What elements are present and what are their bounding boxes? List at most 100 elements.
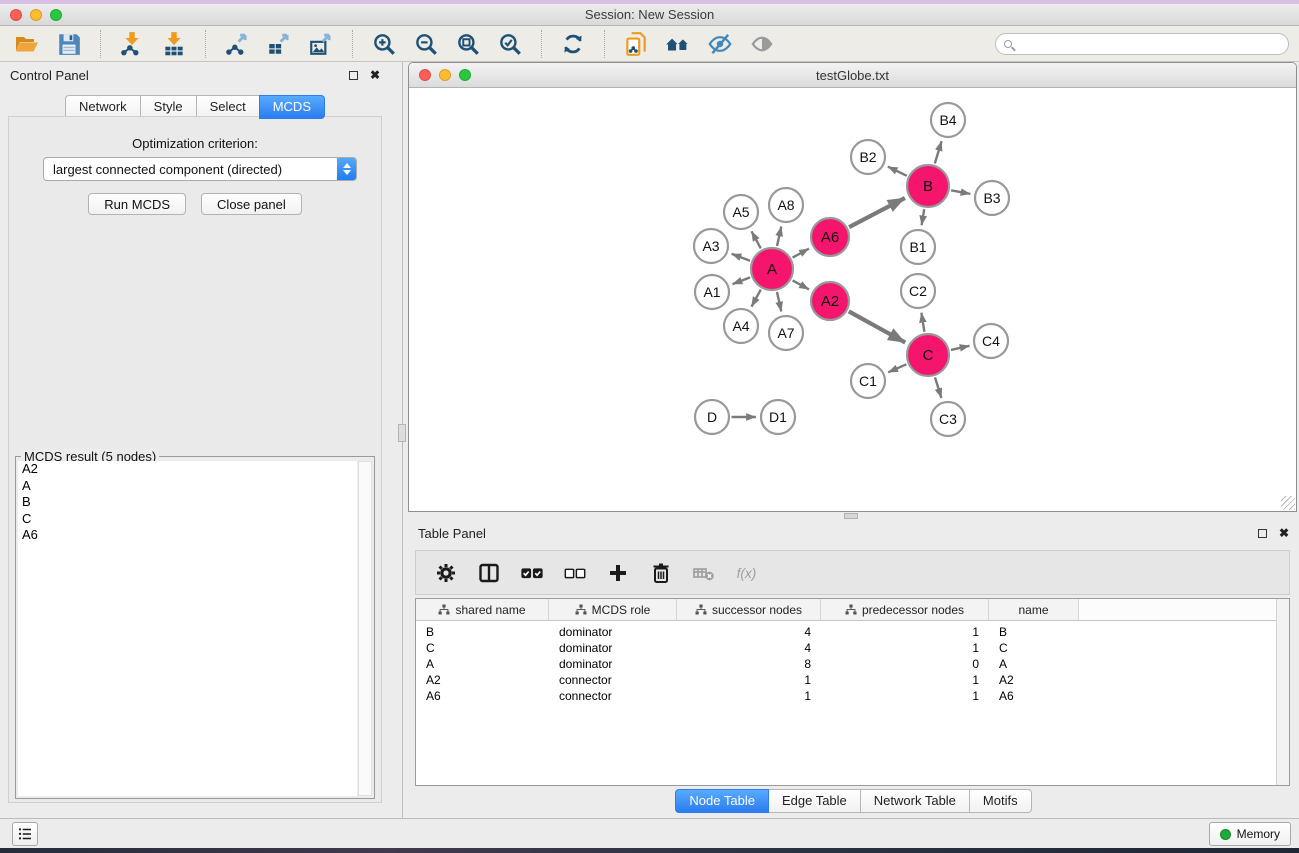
run-mcds-button[interactable]: Run MCDS [88,193,186,215]
node-D1[interactable]: D1 [761,400,795,434]
column-header-mcds-role[interactable]: MCDS role [549,599,677,620]
network-canvas[interactable]: AA2A6BCA1A3A4A5A7A8B1B2B3B4C1C2C3C4DD1 [409,88,1296,511]
node-C4[interactable]: C4 [974,324,1008,358]
table-row[interactable]: Adominator80A [416,656,1289,672]
zoom-in-button[interactable] [369,29,399,59]
save-session-button[interactable] [54,29,84,59]
search-box[interactable] [995,33,1289,55]
delete-column-button[interactable] [647,559,675,587]
node-B1[interactable]: B1 [901,230,935,264]
mcds-result-item[interactable]: A6 [18,527,357,544]
table-float-panel-icon[interactable] [1258,529,1267,538]
mcds-result-item[interactable]: A2 [18,461,357,478]
node-A7[interactable]: A7 [769,316,803,350]
node-D[interactable]: D [695,400,729,434]
resize-grip[interactable] [1281,496,1295,510]
search-input[interactable] [1018,35,1288,53]
edge-B-B4[interactable] [935,141,942,163]
column-header-successor-nodes[interactable]: successor nodes [677,599,821,620]
hide-selected-button[interactable] [705,29,735,59]
edge-B-B1[interactable] [922,209,925,225]
node-A4[interactable]: A4 [724,309,758,343]
export-table-button[interactable] [264,29,294,59]
edge-C-C1[interactable] [888,364,906,372]
close-panel-icon[interactable]: ✖ [370,69,380,81]
edge-C-C4[interactable] [951,346,970,350]
node-C[interactable]: C [907,334,949,376]
vertical-splitter[interactable] [390,62,408,818]
edge-C-C2[interactable] [921,313,924,332]
mcds-result-list[interactable]: A2ABCA6 [18,461,357,796]
optimization-select[interactable]: largest connected component (directed) [43,157,357,181]
edge-A-A4[interactable] [752,290,761,307]
node-A1[interactable]: A1 [695,275,729,309]
export-network-button[interactable] [222,29,252,59]
table-scrollbar[interactable] [1276,599,1289,785]
column-header-name[interactable]: name [989,599,1079,620]
memory-button[interactable]: Memory [1209,822,1291,846]
edge-C-C3[interactable] [935,377,941,398]
edge-A2-C[interactable] [849,311,905,342]
export-image-button[interactable] [306,29,336,59]
edge-A-A7[interactable] [777,292,781,312]
tab-network-table[interactable]: Network Table [860,789,970,813]
h-splitter-handle[interactable] [844,513,858,519]
edge-A-A1[interactable] [733,277,751,284]
zoom-out-button[interactable] [411,29,441,59]
table-row[interactable]: A2connector11A2 [416,672,1289,688]
mcds-result-item[interactable]: C [18,511,357,528]
zoom-selected-button[interactable] [495,29,525,59]
column-header-shared-name[interactable]: shared name [416,599,549,620]
table-close-panel-icon[interactable]: ✖ [1279,527,1289,539]
column-header-predecessor-nodes[interactable]: predecessor nodes [821,599,989,620]
column-layout-button[interactable] [475,559,503,587]
edge-B-B2[interactable] [888,167,907,176]
duplicate-network-button[interactable] [621,29,651,59]
clear-checkboxes-button[interactable] [561,559,589,587]
open-file-button[interactable] [12,29,42,59]
horizontal-splitter[interactable] [408,512,1297,520]
select-all-checkboxes-button[interactable] [518,559,546,587]
node-B4[interactable]: B4 [931,103,965,137]
table-row[interactable]: Bdominator41B [416,624,1289,640]
mcds-list-scrollbar[interactable] [358,461,372,796]
mcds-result-item[interactable]: B [18,494,357,511]
edge-A-A2[interactable] [793,280,809,289]
table-row[interactable]: A6connector11A6 [416,688,1289,704]
edge-B-B3[interactable] [951,190,970,194]
tab-node-table[interactable]: Node Table [675,789,769,813]
close-panel-button[interactable]: Close panel [201,193,302,215]
zoom-fit-button[interactable] [453,29,483,59]
node-B2[interactable]: B2 [851,140,885,174]
node-A3[interactable]: A3 [694,229,728,263]
node-A5[interactable]: A5 [724,195,758,229]
edge-A-A6[interactable] [793,249,809,258]
node-A8[interactable]: A8 [769,188,803,222]
edge-A-A3[interactable] [732,254,750,261]
import-network-button[interactable] [117,29,147,59]
tab-mcds[interactable]: MCDS [259,95,325,119]
table-row[interactable]: Cdominator41C [416,640,1289,656]
tab-motifs[interactable]: Motifs [969,789,1032,813]
settings-gear-button[interactable] [432,559,460,587]
float-panel-icon[interactable] [349,71,358,80]
node-C2[interactable]: C2 [901,274,935,308]
node-A2[interactable]: A2 [811,282,849,320]
minimize-window-button[interactable] [30,9,42,21]
splitter-handle[interactable] [398,424,406,442]
main-titlebar[interactable]: Session: New Session [0,4,1299,26]
task-history-button[interactable] [12,822,38,846]
edge-A-A5[interactable] [752,231,761,248]
node-C1[interactable]: C1 [851,364,885,398]
edge-A6-B[interactable] [849,198,905,227]
maximize-window-button[interactable] [50,9,62,21]
tab-edge-table[interactable]: Edge Table [768,789,861,813]
node-A6[interactable]: A6 [811,218,849,256]
show-details-button[interactable] [747,29,777,59]
mcds-result-item[interactable]: A [18,478,357,495]
network-window-titlebar[interactable]: testGlobe.txt [409,63,1296,88]
refresh-view-button[interactable] [558,29,588,59]
node-B[interactable]: B [907,165,949,207]
close-window-button[interactable] [10,9,22,21]
add-column-button[interactable] [604,559,632,587]
